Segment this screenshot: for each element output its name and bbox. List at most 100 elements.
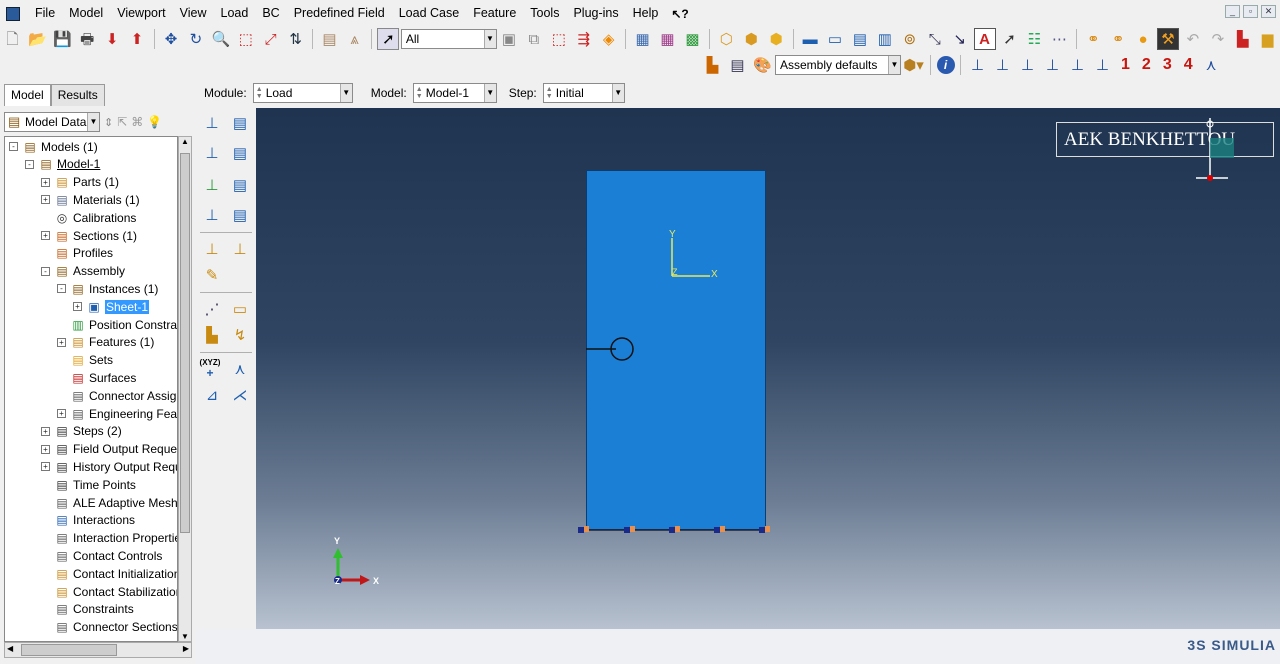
replace-entities-icon[interactable]: ⚭ — [1107, 28, 1129, 50]
pan-icon[interactable]: ✥ — [160, 28, 182, 50]
axis-triad-iso-icon[interactable]: ⊥ — [1092, 54, 1114, 76]
select-arrow-icon[interactable]: ➚ — [377, 28, 400, 50]
drag-shape-icon[interactable]: ⬚ — [548, 28, 570, 50]
chevron-down-icon[interactable]: ▼ — [87, 113, 99, 131]
menu-bc[interactable]: BC — [255, 0, 286, 27]
set-manager-icon[interactable]: ▭ — [228, 298, 252, 322]
front-view-icon[interactable]: ▬ — [799, 28, 821, 50]
tree-node[interactable]: ▤ Profiles — [41, 245, 113, 262]
chevron-down-icon[interactable]: ▼ — [483, 84, 496, 102]
viewport[interactable]: AEK BENKHETTOU Y X Z Y X Z — [256, 108, 1280, 629]
tree-source-select[interactable]: ▤ Model Datab ▼ — [4, 112, 100, 132]
sort-icon[interactable]: ⇕ — [104, 116, 113, 129]
hidden-icon[interactable]: ⬢ — [740, 28, 762, 50]
view-options-icon[interactable]: ⤡ — [924, 28, 946, 50]
load-manager-icon[interactable]: ▤ — [228, 112, 252, 136]
expand-icon[interactable]: + — [41, 462, 50, 472]
side-view-icon[interactable]: ▥ — [874, 28, 896, 50]
view-preset-3[interactable]: 3 — [1163, 56, 1172, 74]
menu-feature[interactable]: Feature — [466, 0, 523, 27]
tree-node[interactable]: ▥ Position Constrair — [57, 316, 177, 333]
expand-icon[interactable]: + — [41, 231, 50, 240]
tree-horizontal-scrollbar[interactable]: ◀ ▶ — [4, 642, 192, 658]
menu-load-case[interactable]: Load Case — [392, 0, 466, 27]
view-preset-2[interactable]: 2 — [1142, 56, 1151, 74]
create-amplitude-icon[interactable]: ⊥ — [200, 238, 224, 262]
tree-node[interactable]: ◎ Calibrations — [41, 209, 137, 226]
new-file-icon[interactable]: 🗋 — [2, 28, 24, 50]
save-icon[interactable]: 💾 — [51, 28, 73, 50]
axis-triad-zx-icon[interactable]: ⊥ — [1042, 54, 1064, 76]
import-icon[interactable]: ⬇ — [101, 28, 123, 50]
viewport-annotation-icon[interactable]: ▙ — [702, 54, 724, 76]
iso-view-icon[interactable]: ▦ — [632, 28, 654, 50]
menu-view[interactable]: View — [173, 0, 214, 27]
select-from-interior-icon[interactable]: ▣ — [498, 28, 520, 50]
collapse-icon[interactable]: - — [41, 266, 50, 276]
scrollbar-thumb[interactable] — [180, 153, 190, 533]
amplitude-manager-icon[interactable]: ⊥ — [228, 238, 252, 262]
expand-icon[interactable]: + — [57, 337, 66, 347]
partition-icon[interactable]: ⊿ — [200, 384, 224, 408]
tree-node[interactable]: - ▤ Instances (1) — [57, 280, 158, 297]
tree-node[interactable]: ▤ Contact Initializations — [41, 565, 177, 582]
remove-entities-icon[interactable]: ⚭ — [1082, 28, 1104, 50]
render-style-icon[interactable]: 🎨 — [752, 54, 774, 76]
shaded-icon[interactable]: ▩ — [681, 28, 703, 50]
top-view-icon[interactable]: ▤ — [849, 28, 871, 50]
wireframe-icon[interactable]: ⬡ — [715, 28, 737, 50]
hidden-line-icon[interactable]: ▦ — [657, 28, 679, 50]
auto-fit-icon[interactable]: ⤢ — [260, 28, 282, 50]
tree-node[interactable]: - ▤ Models (1) — [9, 138, 98, 155]
text-annotation-icon[interactable]: A — [973, 28, 996, 50]
tree-node[interactable]: + ▤ Field Output Request — [41, 441, 177, 458]
expand-icon[interactable]: + — [41, 177, 50, 187]
tree-node[interactable]: + ▤ Features (1) — [57, 334, 154, 351]
tree-node[interactable]: + ▤ Steps (2) — [41, 423, 122, 440]
tab-results[interactable]: Results — [50, 84, 105, 106]
chevron-down-icon[interactable]: ▼ — [483, 30, 496, 48]
view-manager-icon[interactable]: ▤ — [727, 54, 749, 76]
minimize-icon[interactable]: _ — [1225, 5, 1240, 18]
scroll-down-icon[interactable]: ▼ — [181, 632, 189, 641]
selection-filter-select[interactable]: All ▼ — [400, 29, 497, 49]
lightbulb-icon[interactable]: 💡 — [147, 115, 162, 129]
back-view-icon[interactable]: ▭ — [824, 28, 846, 50]
step-select[interactable]: ▲ ▼ Initial ▼ — [542, 83, 625, 103]
cycle-views-icon[interactable]: ⇅ — [285, 28, 307, 50]
view-preset-4[interactable]: 4 — [1184, 56, 1193, 74]
tree-node[interactable]: ▤ Contact Controls — [41, 547, 162, 564]
view-triad-icon[interactable]: ⋏ — [1200, 54, 1222, 76]
tree-node[interactable]: + ▤ Parts (1) — [41, 174, 119, 191]
display-group-icon[interactable]: ● — [1132, 28, 1154, 50]
tree-node[interactable]: + ▤ Engineering Featu — [57, 405, 177, 422]
color-code-icon[interactable]: ▙ — [1232, 28, 1254, 50]
color-mapping-icon[interactable]: ▆ — [1257, 28, 1279, 50]
tree-node[interactable]: ▤ Contact Stabilizations — [41, 583, 177, 600]
tree-node[interactable]: + ▤ Materials (1) — [41, 191, 140, 208]
collapse-icon[interactable]: - — [9, 142, 18, 151]
tree-node[interactable]: - ▤ Assembly — [41, 263, 125, 280]
chevron-down-icon[interactable]: ▼ — [888, 56, 900, 74]
shaded-solid-icon[interactable]: ⬢ — [765, 28, 787, 50]
app-icon[interactable] — [6, 6, 20, 21]
grid-icon[interactable]: ⋯ — [1048, 28, 1070, 50]
print-icon[interactable]: 🖶 — [76, 28, 98, 50]
tree-node[interactable]: ▤ Surfaces — [57, 369, 136, 386]
create-set-icon[interactable]: ⋰ — [200, 298, 224, 322]
tree-node[interactable]: ▤ Connector Assign — [57, 387, 177, 404]
expand-icon[interactable]: + — [41, 444, 50, 454]
select-entities-icon[interactable]: ⧉ — [523, 28, 545, 50]
toggle-selectability-icon[interactable]: ◈ — [598, 28, 620, 50]
arrow-annotation-icon[interactable]: ↘ — [949, 28, 971, 50]
annotation-select-icon[interactable]: ➚ — [999, 28, 1021, 50]
scrollbar-thumb[interactable] — [21, 644, 117, 656]
tree-node[interactable]: ▤ Time Points — [41, 476, 136, 493]
measure-icon[interactable]: ⩓ — [343, 28, 365, 50]
color-code-dropdown-icon[interactable]: ⬢▾ — [903, 54, 925, 76]
tree-vertical-scrollbar[interactable]: ▲ ▼ — [178, 136, 192, 642]
axis-triad-xy-icon[interactable]: ⊥ — [967, 54, 989, 76]
axis-triad-zy-icon[interactable]: ⊥ — [1067, 54, 1089, 76]
tree-node[interactable]: ▤ Interaction Properties — [41, 530, 177, 547]
tab-model[interactable]: Model — [4, 84, 51, 106]
